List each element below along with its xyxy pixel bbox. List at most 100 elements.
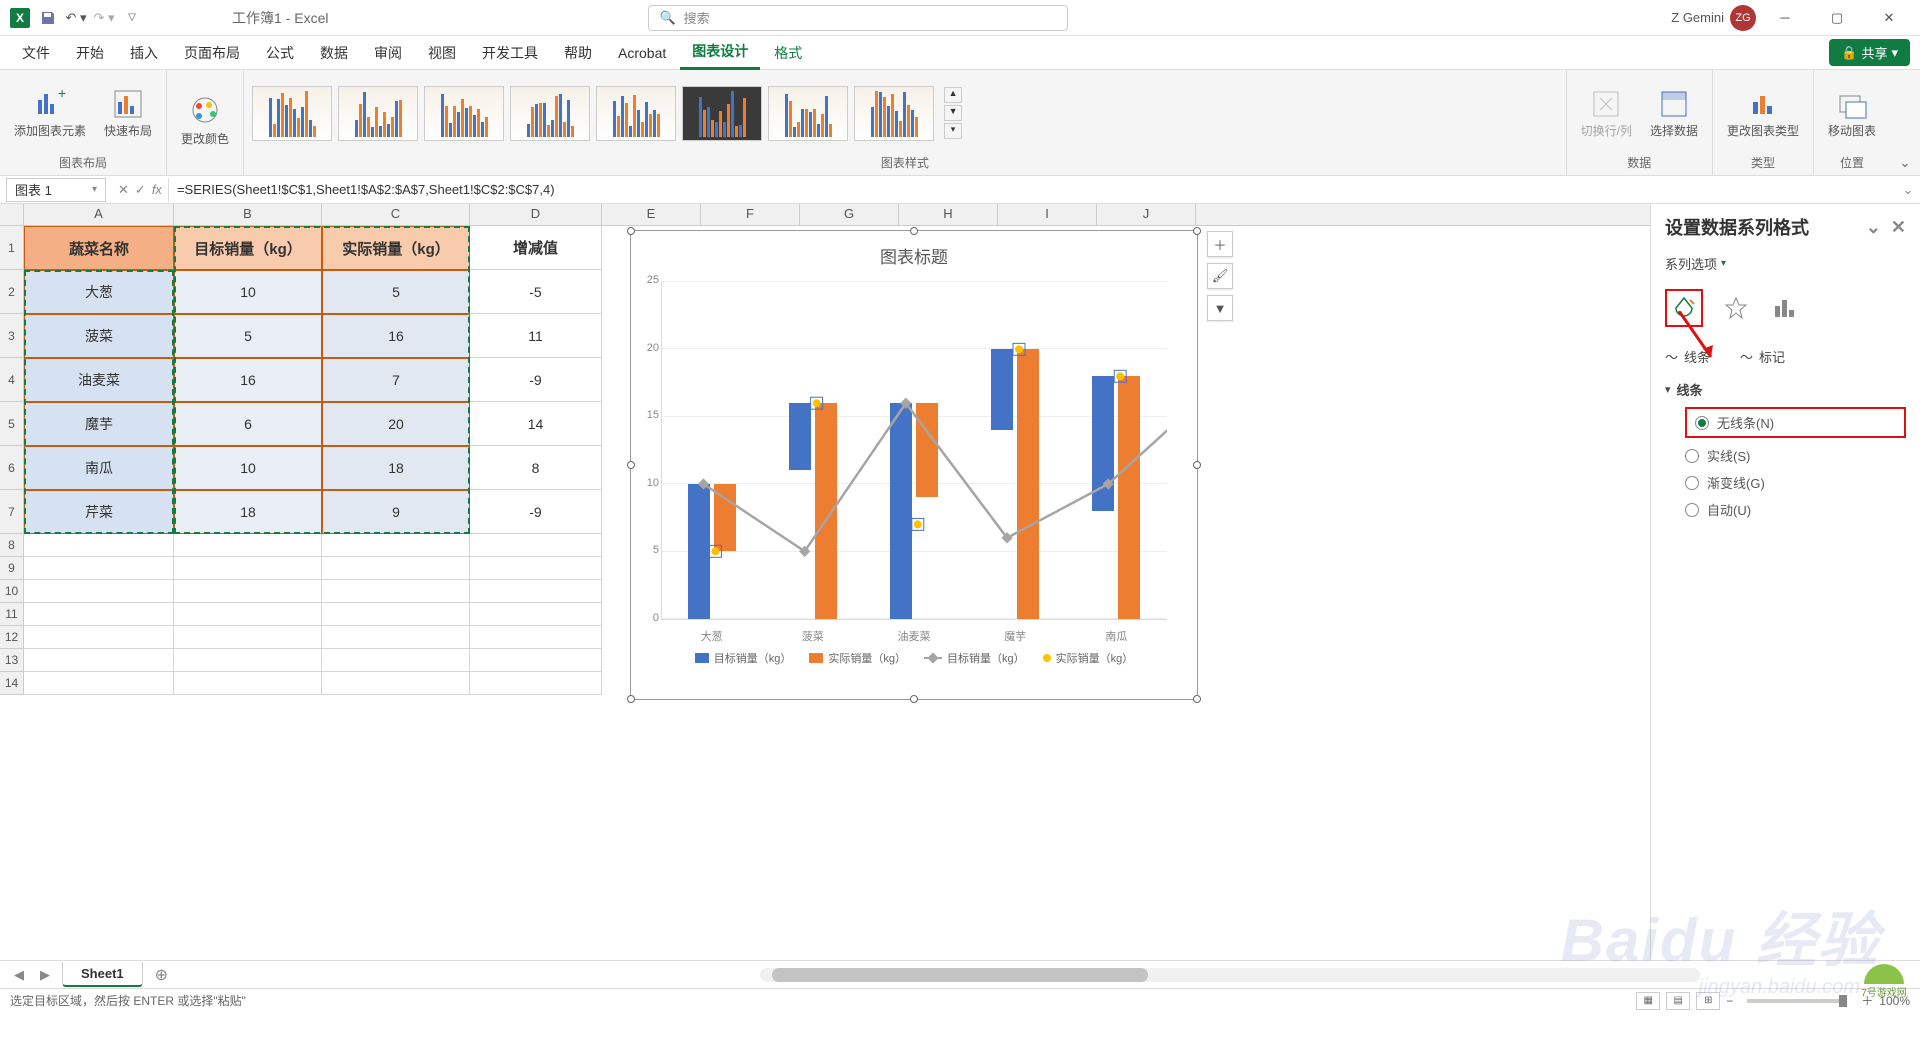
user-avatar[interactable]: ZG [1730,5,1756,31]
select-all-corner[interactable] [0,204,24,225]
cancel-formula-icon[interactable]: ✕ [118,182,129,198]
row-header-13[interactable]: 13 [0,649,24,672]
maximize-button[interactable]: ▢ [1814,0,1860,36]
col-header-A[interactable]: A [24,204,174,225]
cell-C4[interactable]: 7 [322,358,470,402]
legend-item[interactable]: 目标销量（kg） [695,650,792,666]
col-header-B[interactable]: B [174,204,322,225]
chart-brush-button[interactable]: 🖌 [1207,263,1233,289]
page-layout-view-button[interactable]: ▤ [1666,992,1690,1010]
row-header-9[interactable]: 9 [0,557,24,580]
cell-B6[interactable]: 10 [174,446,322,490]
radio-auto-line[interactable]: 自动(U) [1685,500,1906,519]
horizontal-scrollbar[interactable] [760,968,1700,982]
row-header-3[interactable]: 3 [0,314,24,358]
cell-D5[interactable]: 14 [470,402,602,446]
row-header-5[interactable]: 5 [0,402,24,446]
row-header-8[interactable]: 8 [0,534,24,557]
switch-row-col-button[interactable]: 切换行/列 [1575,84,1638,143]
radio-no-line[interactable]: 无线条(N) [1695,413,1896,432]
cell-D7[interactable]: -9 [470,490,602,534]
move-chart-button[interactable]: 移动图表 [1822,84,1882,143]
cell-A5[interactable]: 魔芋 [24,402,174,446]
fill-line-tab-icon[interactable] [1669,293,1699,323]
zoom-slider[interactable] [1747,999,1847,1003]
select-data-button[interactable]: 选择数据 [1644,84,1704,143]
quick-layout-button[interactable]: 快速布局 [98,84,158,143]
cell-D2[interactable]: -5 [470,270,602,314]
col-header-G[interactable]: G [800,204,899,225]
col-header-C[interactable]: C [322,204,470,225]
row-header-12[interactable]: 12 [0,626,24,649]
row-header-1[interactable]: 1 [0,226,24,270]
chart-style-8[interactable] [854,86,934,141]
chart-filter-button[interactable]: ▼ [1207,295,1233,321]
tab-format[interactable]: 格式 [762,37,814,69]
save-button[interactable] [36,6,60,30]
cell-C5[interactable]: 20 [322,402,470,446]
cell-B7[interactable]: 18 [174,490,322,534]
row-header-14[interactable]: 14 [0,672,24,695]
zoom-out-button[interactable]: − [1726,994,1733,1008]
series-options-dropdown[interactable]: 系列选项 [1665,254,1717,273]
col-header-F[interactable]: F [701,204,800,225]
cell-D3[interactable]: 11 [470,314,602,358]
cell-A7[interactable]: 芹菜 [24,490,174,534]
row-header-7[interactable]: 7 [0,490,24,534]
line-subsection-toggle[interactable]: ▾线条 [1665,376,1906,403]
fx-icon[interactable]: fx [152,182,162,198]
tab-formulas[interactable]: 公式 [254,37,306,69]
tab-review[interactable]: 审阅 [362,37,414,69]
tab-home[interactable]: 开始 [64,37,116,69]
cell-B3[interactable]: 5 [174,314,322,358]
formula-bar-expand[interactable]: ⌄ [1896,182,1920,198]
ribbon-collapse-button[interactable]: ⌄ [1890,70,1920,175]
pane-close-icon[interactable]: ✕ [1891,217,1906,238]
line-section-toggle[interactable]: 〜线条 〜标记 [1665,343,1906,370]
chart-style-1[interactable] [252,86,332,141]
col-header-J[interactable]: J [1097,204,1196,225]
chart-style-2[interactable] [338,86,418,141]
chart-legend[interactable]: 目标销量（kg）实际销量（kg）目标销量（kg）实际销量（kg） [631,644,1197,672]
cell-B5[interactable]: 6 [174,402,322,446]
cell-C1[interactable]: 实际销量（kg） [322,226,470,270]
tab-insert[interactable]: 插入 [118,37,170,69]
name-box[interactable]: 图表 1▾ [6,178,106,202]
user-name[interactable]: Z Gemini [1671,10,1724,25]
row-header-10[interactable]: 10 [0,580,24,603]
chart-plot-area[interactable]: 2520151050 大葱菠菜油麦菜魔芋南瓜 [661,274,1167,644]
chart-styles-gallery[interactable]: ▲ ▼ ▾ [252,74,1558,152]
sheet-nav-next[interactable]: ▶ [36,967,54,983]
cell-C7[interactable]: 9 [322,490,470,534]
close-button[interactable]: ✕ [1866,0,1912,36]
chart-plus-button[interactable]: ＋ [1207,231,1233,257]
cell-A4[interactable]: 油麦菜 [24,358,174,402]
share-button[interactable]: 🔒 共享 ▾ [1829,39,1910,66]
cell-D6[interactable]: 8 [470,446,602,490]
worksheet-grid[interactable]: A B C D E F G H I J 1 蔬菜名称 目标销量（kg） 实际销量… [0,204,1650,960]
cell-C6[interactable]: 18 [322,446,470,490]
change-colors-button[interactable]: 更改颜色 [175,92,235,151]
cell-C2[interactable]: 5 [322,270,470,314]
pane-options-icon[interactable]: ⌄ [1866,217,1881,238]
chart-style-more[interactable]: ▾ [944,123,962,139]
sheet-nav-prev[interactable]: ◀ [10,967,28,983]
page-break-view-button[interactable]: ⊞ [1696,992,1720,1010]
cell-A2[interactable]: 大葱 [24,270,174,314]
chart-style-3[interactable] [424,86,504,141]
embedded-chart[interactable]: ＋ 🖌 ▼ 图表标题 2520151050 大葱菠菜油麦菜魔芋南瓜 目标销量（k… [630,230,1198,700]
cell-D4[interactable]: -9 [470,358,602,402]
cell-B4[interactable]: 16 [174,358,322,402]
row-header-11[interactable]: 11 [0,603,24,626]
chart-style-4[interactable] [510,86,590,141]
chart-style-5[interactable] [596,86,676,141]
tab-data[interactable]: 数据 [308,37,360,69]
tab-acrobat[interactable]: Acrobat [606,39,678,67]
legend-item[interactable]: 实际销量（kg） [1043,650,1134,666]
col-header-E[interactable]: E [602,204,701,225]
tab-file[interactable]: 文件 [10,37,62,69]
cell-A1[interactable]: 蔬菜名称 [24,226,174,270]
add-chart-element-button[interactable]: + 添加图表元素 [8,84,92,143]
row-header-4[interactable]: 4 [0,358,24,402]
series-options-tab-icon[interactable] [1769,293,1799,323]
